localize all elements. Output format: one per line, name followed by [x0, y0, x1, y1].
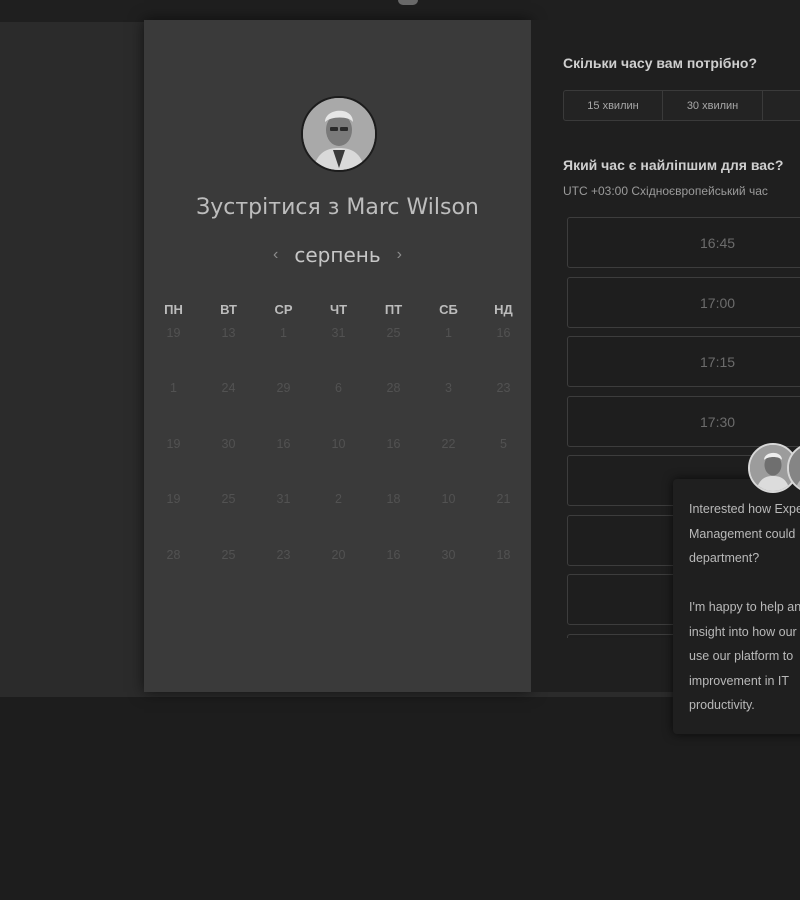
- time-slot-label: 17:30: [700, 413, 736, 430]
- calendar-day: 6: [335, 381, 342, 396]
- chevron-right-icon[interactable]: ›: [395, 246, 404, 264]
- calendar-day: 24: [221, 381, 236, 396]
- time-slot-label: 17:00: [700, 294, 736, 311]
- timezone-label[interactable]: UTC +03:00 Східноєвропейський час: [563, 184, 768, 198]
- top-bar: [0, 0, 800, 22]
- time-slot-label: 16:45: [700, 235, 736, 251]
- host-avatar-image: [303, 98, 375, 170]
- time-slot[interactable]: 17:30: [567, 395, 800, 447]
- calendar-day: 23: [276, 547, 291, 562]
- calendar-day: 21: [496, 492, 511, 507]
- chat-popup[interactable]: Interested how Expert Management could d…: [673, 479, 800, 734]
- calendar-day: 22: [441, 436, 456, 451]
- calendar-day: 25: [386, 326, 401, 340]
- weekday-wed: СР: [274, 302, 293, 317]
- calendar-day: 16: [386, 547, 401, 562]
- calendar-day: 1: [445, 326, 452, 340]
- calendar-day: 18: [496, 547, 511, 562]
- duration-30-button[interactable]: 30 хвилин: [663, 90, 764, 121]
- weekday-thu: ЧТ: [329, 302, 348, 317]
- calendar-day: 19: [166, 436, 181, 451]
- calendar-day: 13: [221, 326, 236, 340]
- calendar-day: 16: [496, 326, 511, 340]
- calendar-day: 20: [331, 547, 346, 562]
- calendar-day: 31: [331, 326, 346, 340]
- chevron-left-icon[interactable]: ‹: [271, 246, 280, 264]
- calendar-day: 3: [445, 381, 452, 396]
- chat-message: Interested how Expert Management could d…: [689, 502, 800, 712]
- month-navigation: ‹ серпень ›: [144, 242, 531, 268]
- weekday-mon: ПН: [164, 302, 183, 317]
- calendar-day: 16: [386, 436, 401, 451]
- weekday-tue: ВТ: [220, 302, 237, 317]
- time-slot[interactable]: 16:45: [567, 217, 800, 268]
- calendar-day: 1: [170, 381, 177, 396]
- scheduling-page: Зустрітися з Marc Wilson ‹ серпень › ПН …: [0, 0, 800, 900]
- calendar-day: 10: [331, 436, 346, 451]
- calendar-day: 28: [386, 381, 401, 396]
- duration-15-button[interactable]: 15 хвилин: [563, 90, 664, 121]
- time-question: Який час є найліпшим для вас?: [563, 157, 784, 173]
- calendar-day: 2: [335, 492, 342, 507]
- weekday-sat: СБ: [439, 302, 458, 317]
- calendar-day: 31: [276, 492, 291, 507]
- calendar-day: 10: [441, 492, 456, 507]
- host-avatar: [301, 96, 377, 172]
- time-slot[interactable]: 17:15: [567, 336, 800, 387]
- calendar-day: 1: [280, 326, 287, 340]
- time-slot[interactable]: 17:00: [567, 276, 800, 328]
- calendar-day: 5: [500, 436, 507, 451]
- calendar-day: 16: [276, 436, 291, 451]
- duration-question: Скільки часу вам потрібно?: [563, 55, 758, 71]
- time-slot-label: 17:15: [700, 354, 736, 370]
- calendar-day: 18: [386, 492, 401, 507]
- calendar-day: 23: [496, 381, 511, 396]
- calendar-day: 19: [166, 492, 181, 507]
- calendar-day: 25: [221, 547, 236, 562]
- calendar-days-grid: 19 13 1 31 25 1 16 1 24 29 6 28 3 23 19 …: [146, 326, 531, 603]
- weekday-fri: ПТ: [384, 302, 403, 317]
- weekday-header: ПН ВТ СР ЧТ ПТ СБ НД: [146, 302, 531, 317]
- calendar-day: 30: [221, 436, 236, 451]
- meeting-title: Зустрітися з Marc Wilson: [196, 195, 479, 220]
- calendar-day: 19: [166, 326, 181, 340]
- weekday-sun: НД: [494, 302, 513, 317]
- top-notch: [398, 0, 418, 5]
- calendar-panel: Зустрітися з Marc Wilson ‹ серпень › ПН …: [144, 20, 531, 692]
- duration-other-button[interactable]: [763, 90, 800, 121]
- month-label: серпень: [294, 243, 381, 267]
- calendar-day: 25: [221, 492, 236, 507]
- calendar-day: 29: [276, 381, 291, 396]
- calendar-day: 28: [166, 547, 181, 562]
- duration-selector: 15 хвилин 30 хвилин: [563, 90, 800, 121]
- calendar-day: 30: [441, 547, 456, 562]
